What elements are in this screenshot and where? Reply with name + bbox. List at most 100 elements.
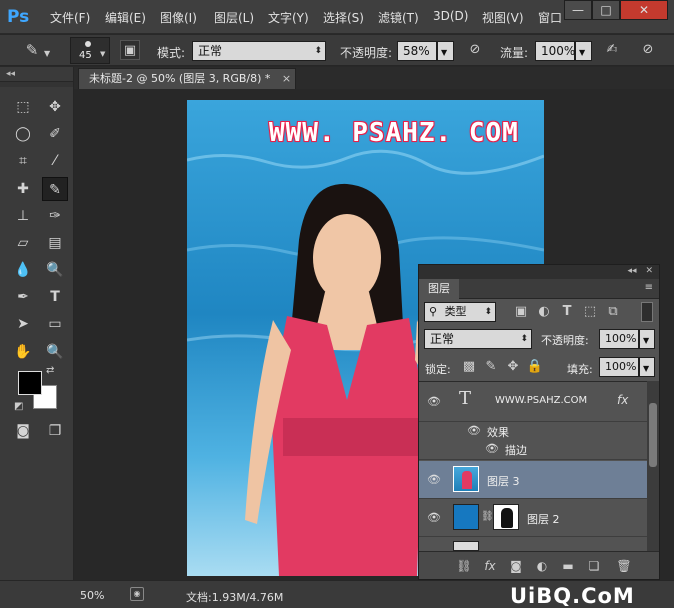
- flow-dropdown-button[interactable]: ▼: [575, 41, 592, 61]
- blur-tool-icon[interactable]: 💧: [10, 258, 36, 282]
- menu-window[interactable]: 窗口: [538, 9, 562, 26]
- eye-icon[interactable]: 👁: [485, 442, 499, 456]
- healing-brush-tool-icon[interactable]: ✚: [10, 177, 36, 201]
- lock-transparent-icon[interactable]: ▩: [459, 357, 479, 377]
- layers-panel-header[interactable]: ◂◂ ✕: [419, 265, 659, 279]
- lock-position-icon[interactable]: ✥: [503, 357, 523, 377]
- marquee-tool-icon[interactable]: ⬚: [10, 95, 36, 119]
- layer-filter-select[interactable]: ⚲ 类型 ⬍: [424, 302, 496, 322]
- zoom-level[interactable]: 50%: [80, 589, 104, 602]
- pressure-size-icon[interactable]: ⊘: [638, 40, 658, 60]
- tool-preset-arrow-icon[interactable]: ▼: [44, 49, 50, 58]
- mode-select[interactable]: 正常 ⬍: [192, 41, 326, 61]
- collapse-panel-icon[interactable]: ◂◂: [628, 266, 637, 276]
- layer-row-layer-3[interactable]: 👁 图层 3: [419, 461, 647, 499]
- eraser-tool-icon[interactable]: ▱: [10, 231, 36, 255]
- collapse-toolbox-icon[interactable]: ◂◂: [6, 69, 15, 79]
- mask-link-icon[interactable]: ⛓: [481, 511, 494, 522]
- fill-input[interactable]: 100%: [599, 357, 639, 377]
- brush-panel-toggle-icon[interactable]: ▣: [120, 40, 140, 60]
- filter-shape-icon[interactable]: ⬚: [580, 302, 600, 322]
- new-layer-icon[interactable]: ❏: [585, 558, 603, 574]
- close-panel-icon[interactable]: ✕: [645, 266, 653, 276]
- eye-icon[interactable]: 👁: [467, 424, 481, 438]
- menu-file[interactable]: 文件(F): [50, 9, 90, 26]
- move-tool-icon[interactable]: ✥: [42, 95, 68, 119]
- zoom-tool-icon[interactable]: 🔍: [42, 340, 68, 364]
- lock-all-icon[interactable]: 🔒: [525, 357, 545, 377]
- eye-icon[interactable]: 👁: [427, 473, 441, 487]
- filter-adjustment-icon[interactable]: ◐: [534, 302, 554, 322]
- menu-edit[interactable]: 编辑(E): [105, 9, 146, 26]
- foreground-color-top[interactable]: [18, 371, 42, 395]
- opacity-input[interactable]: 58%: [397, 41, 437, 61]
- panel-menu-icon[interactable]: ≡: [645, 282, 653, 293]
- blend-mode-select[interactable]: 正常 ⬍: [424, 329, 532, 349]
- crop-tool-icon[interactable]: ⌗: [10, 149, 36, 173]
- lock-pixels-icon[interactable]: ✎: [481, 357, 501, 377]
- menu-layer[interactable]: 图层(L): [214, 9, 254, 26]
- layer-mask-thumbnail[interactable]: [493, 504, 519, 530]
- lasso-tool-icon[interactable]: ◯: [10, 122, 36, 146]
- filter-smart-object-icon[interactable]: ⧉: [603, 302, 623, 322]
- history-brush-tool-icon[interactable]: ✑: [42, 204, 68, 228]
- layer-opacity-dropdown[interactable]: ▼: [639, 329, 655, 349]
- menu-filter[interactable]: 滤镜(T): [378, 9, 419, 26]
- adjustment-layer-icon[interactable]: ◐: [533, 558, 551, 574]
- dodge-tool-icon[interactable]: 🔍: [42, 258, 68, 282]
- hand-tool-icon[interactable]: ✋: [10, 340, 36, 364]
- eyedropper-tool-icon[interactable]: ⁄: [42, 149, 68, 173]
- toolbox-grip[interactable]: [0, 81, 73, 87]
- brush-tool-icon[interactable]: ✎: [22, 40, 42, 60]
- quick-select-tool-icon[interactable]: ✐: [42, 122, 68, 146]
- layer-row-layer-2[interactable]: 👁 ⛓ 图层 2: [419, 499, 647, 537]
- quick-mask-icon[interactable]: ◙: [10, 419, 36, 443]
- link-layers-icon[interactable]: ⛓: [455, 558, 473, 574]
- eye-icon[interactable]: 👁: [427, 395, 441, 409]
- window-minimize-button[interactable]: —: [564, 0, 592, 20]
- airbrush-icon[interactable]: ✍: [602, 40, 622, 60]
- menu-select[interactable]: 选择(S): [323, 9, 364, 26]
- status-info-icon[interactable]: ◉: [130, 587, 144, 601]
- brush-preset-picker[interactable]: 45 ▼: [70, 37, 110, 64]
- path-select-tool-icon[interactable]: ➤: [10, 312, 36, 336]
- screen-mode-icon[interactable]: ❐: [42, 419, 68, 443]
- flow-input[interactable]: 100%: [535, 41, 575, 61]
- default-colors-icon[interactable]: ◩: [14, 401, 23, 412]
- fx-badge[interactable]: fx: [617, 393, 628, 407]
- window-close-button[interactable]: ✕: [620, 0, 668, 20]
- add-style-icon[interactable]: fx: [481, 558, 499, 574]
- tab-layers[interactable]: 图层: [419, 279, 459, 299]
- layer-row-partial[interactable]: [419, 537, 647, 551]
- delete-layer-icon[interactable]: 🗑: [615, 558, 633, 574]
- fill-dropdown[interactable]: ▼: [639, 357, 655, 377]
- pen-tool-icon[interactable]: ✒: [10, 285, 36, 309]
- gradient-tool-icon[interactable]: ▤: [42, 231, 68, 255]
- brush-tool-button-icon[interactable]: ✎: [42, 177, 68, 201]
- filter-pixel-icon[interactable]: ▣: [511, 302, 531, 322]
- document-tab[interactable]: 未标题-2 @ 50% (图层 3, RGB/8) * ×: [78, 68, 296, 89]
- menu-image[interactable]: 图像(I): [160, 9, 197, 26]
- menu-3d[interactable]: 3D(D): [433, 9, 468, 23]
- layer-effect-stroke-row[interactable]: 👁 描边: [419, 440, 647, 460]
- eye-icon[interactable]: 👁: [427, 511, 441, 525]
- pressure-opacity-icon[interactable]: ⊘: [465, 40, 485, 60]
- shape-tool-icon[interactable]: ▭: [42, 312, 68, 336]
- close-tab-icon[interactable]: ×: [282, 72, 291, 85]
- new-group-icon[interactable]: ▬: [559, 558, 577, 574]
- chevron-down-icon: ▼: [100, 50, 106, 58]
- add-mask-icon[interactable]: ◙: [507, 558, 525, 574]
- filter-toggle-switch[interactable]: [641, 302, 653, 322]
- layers-scrollbar-thumb[interactable]: [649, 403, 657, 467]
- filter-type-icon[interactable]: T: [557, 302, 577, 322]
- opacity-dropdown-button[interactable]: ▼: [437, 41, 454, 61]
- menu-view[interactable]: 视图(V): [482, 9, 524, 26]
- type-tool-icon[interactable]: T: [42, 285, 68, 309]
- layer-row-text[interactable]: 👁 T WWW.PSAHZ.COM fx: [419, 382, 647, 422]
- layer-opacity-input[interactable]: 100%: [599, 329, 639, 349]
- menu-type[interactable]: 文字(Y): [268, 9, 309, 26]
- layer-effects-row[interactable]: 👁 效果: [419, 422, 647, 440]
- window-maximize-button[interactable]: □: [592, 0, 620, 20]
- swap-colors-icon[interactable]: ⇄: [46, 365, 54, 376]
- stamp-tool-icon[interactable]: ⊥: [10, 204, 36, 228]
